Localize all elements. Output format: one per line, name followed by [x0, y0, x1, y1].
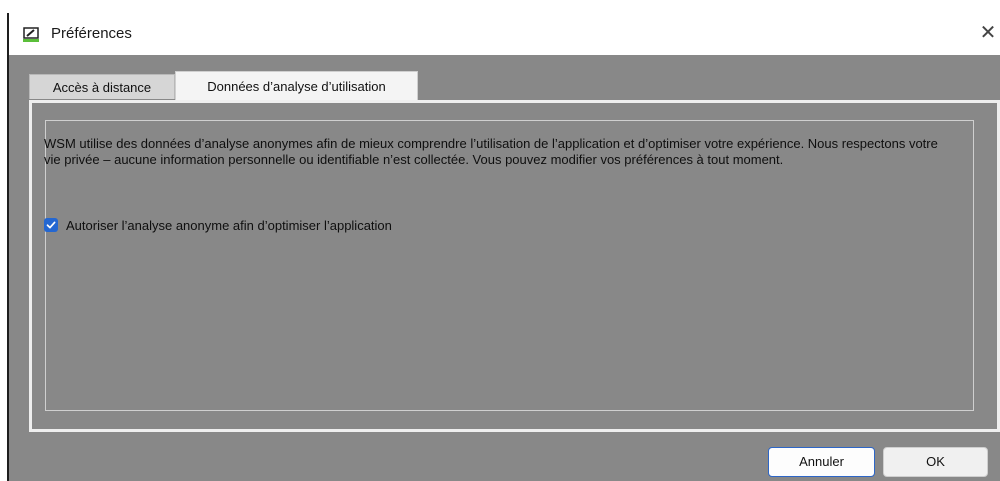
dialog-body: Accès à distance Données d’analyse d’uti… — [9, 55, 1000, 481]
close-icon[interactable]: ✕ — [978, 21, 998, 45]
tab-panel-usage-analytics: WSM utilise des données d’analyse anonym… — [29, 100, 1000, 432]
checkmark-icon — [46, 221, 56, 229]
allow-analytics-label: Autoriser l’analyse anonyme afin d’optim… — [66, 217, 392, 233]
allow-analytics-option[interactable]: Autoriser l’analyse anonyme afin d’optim… — [44, 216, 392, 234]
allow-analytics-checkbox[interactable] — [44, 218, 58, 232]
ok-button[interactable]: OK — [883, 447, 988, 477]
analytics-description: WSM utilise des données d’analyse anonym… — [44, 136, 938, 167]
title-bar: Préférences ✕ — [9, 13, 1000, 55]
cancel-button[interactable]: Annuler — [768, 447, 875, 477]
tab-remote-access[interactable]: Accès à distance — [29, 74, 175, 99]
window-title: Préférences — [51, 25, 132, 42]
preferences-app-icon — [23, 27, 39, 42]
tab-usage-analytics[interactable]: Données d’analyse d’utilisation — [175, 71, 418, 101]
